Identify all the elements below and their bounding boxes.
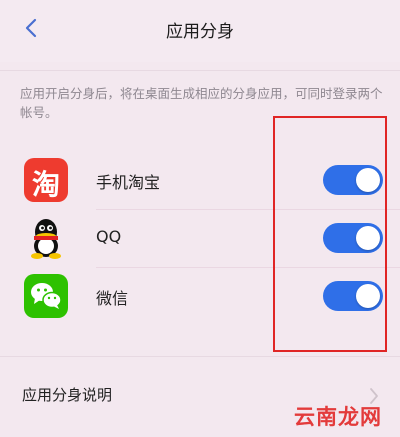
watermark: 云南龙网	[294, 404, 382, 429]
wechat-icon	[24, 274, 68, 318]
nav-divider	[0, 70, 400, 71]
highlight-box	[273, 116, 387, 352]
app-name: 微信	[96, 289, 129, 308]
page-title: 应用分身	[166, 22, 234, 42]
help-label: 应用分身说明	[22, 386, 113, 404]
app-name: 手机淘宝	[96, 173, 161, 192]
taobao-icon: 淘	[24, 158, 68, 202]
navigation-bar: 应用分身	[0, 0, 400, 62]
qq-icon	[24, 216, 68, 260]
app-name: QQ	[96, 227, 122, 246]
section-divider	[0, 356, 400, 357]
